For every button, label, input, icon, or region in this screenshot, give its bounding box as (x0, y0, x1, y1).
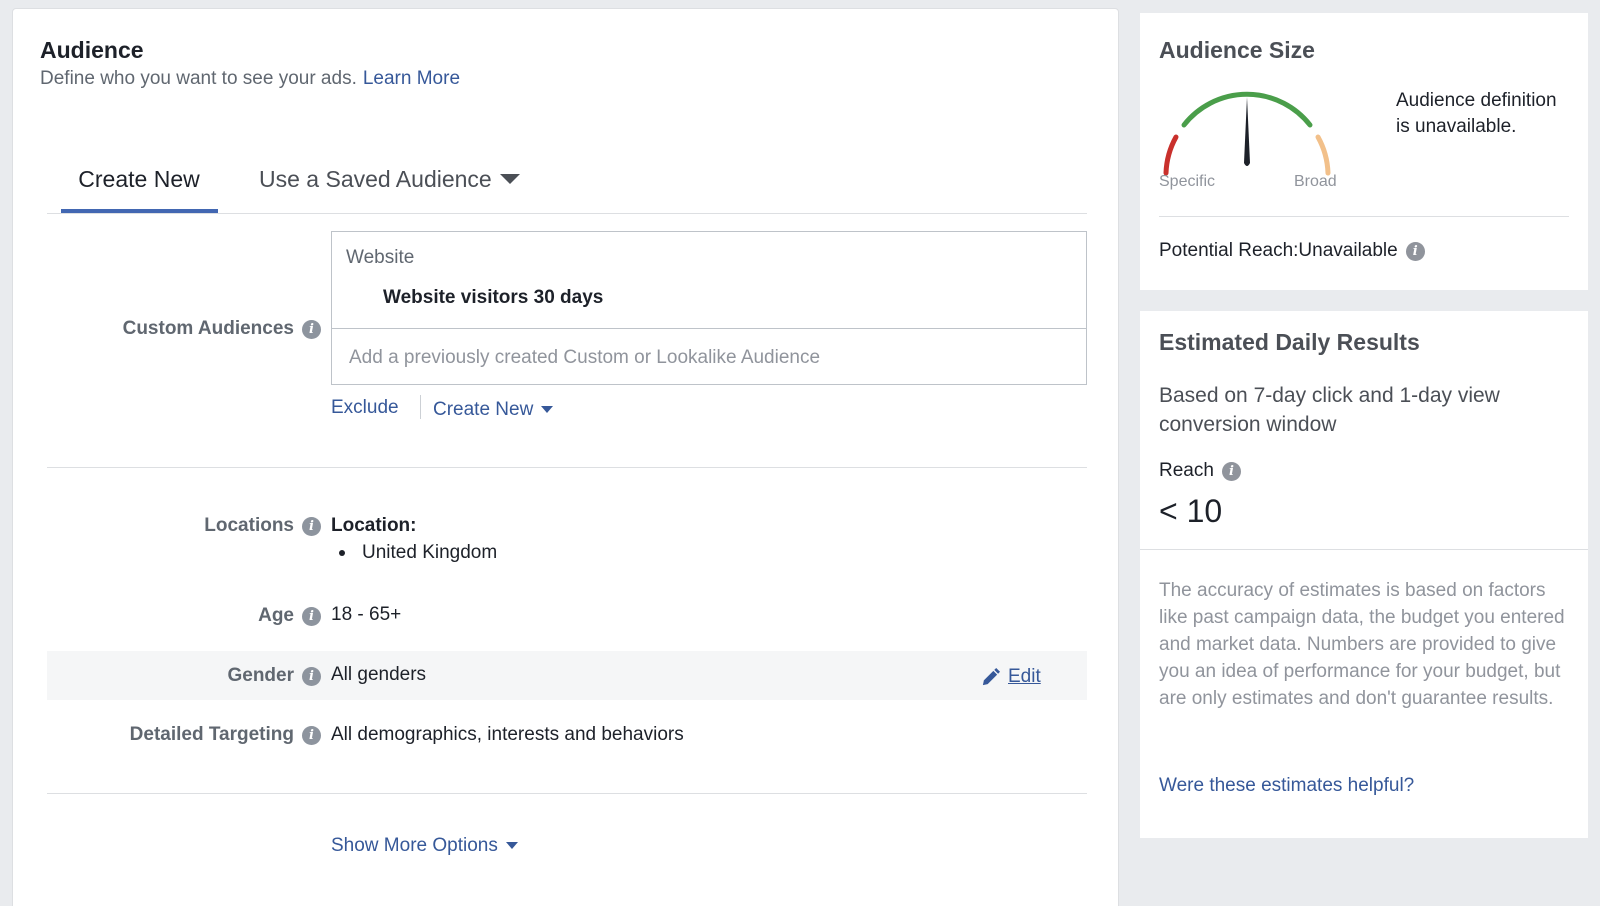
info-icon[interactable]: i (302, 725, 321, 745)
audience-size-gauge-icon (1163, 91, 1331, 176)
info-icon[interactable]: i (1405, 241, 1425, 261)
gender-label: Gender i (227, 665, 321, 687)
age-label: Age i (258, 605, 321, 627)
audience-subtitle-text: Define who you want to see your ads. (40, 68, 357, 89)
reach-label: Reach i (1159, 460, 1241, 482)
age-label-text: Age (258, 605, 294, 626)
gender-label-text: Gender (227, 665, 294, 686)
section-divider (47, 793, 1087, 794)
audience-category-label: Website (346, 247, 415, 268)
reach-value: < 10 (1159, 493, 1223, 529)
tabs-divider (47, 213, 1087, 214)
estimates-helpful-link[interactable]: Were these estimates helpful? (1159, 775, 1414, 797)
audience-size-card: Audience Size Specific Broad Audience de… (1140, 13, 1588, 290)
locations-label: Locations i (204, 515, 321, 537)
card-divider (1140, 549, 1588, 550)
audience-subtitle: Define who you want to see your ads. Lear… (40, 68, 460, 90)
results-basis: Based on 7-day click and 1-day view conv… (1159, 384, 1500, 436)
tab-use-saved-audience[interactable]: Use a Saved Audience (259, 164, 520, 194)
accuracy-disclaimer: The accuracy of estimates is based on fa… (1159, 580, 1565, 709)
create-new-dropdown[interactable]: Create New (433, 399, 554, 421)
show-more-options-button[interactable]: Show More Options (331, 835, 518, 857)
reach-label-text: Reach (1159, 460, 1214, 481)
exclude-link[interactable]: Exclude (331, 397, 399, 419)
caret-down-icon (541, 406, 554, 414)
show-more-label: Show More Options (331, 835, 498, 856)
location-list-item: United Kingdom (339, 542, 497, 564)
detailed-targeting-label-text: Detailed Targeting (129, 724, 294, 745)
gender-value: All genders (331, 664, 427, 685)
edit-label: Edit (1008, 666, 1041, 687)
bullet-icon (339, 549, 345, 556)
audience-panel: Audience Define who you want to see your… (12, 8, 1119, 906)
link-separator (420, 395, 421, 419)
info-icon[interactable]: i (302, 319, 321, 339)
audience-size-description: Audience definition is unavailable. (1396, 90, 1557, 137)
potential-reach-text: Potential Reach:Unavailable (1159, 240, 1398, 261)
info-icon[interactable]: i (302, 666, 321, 686)
results-title: Estimated Daily Results (1159, 329, 1420, 355)
card-divider (1159, 216, 1569, 217)
create-new-label: Create New (433, 399, 534, 420)
potential-reach: Potential Reach:Unavailable i (1159, 240, 1425, 262)
section-divider (47, 467, 1087, 468)
tab-saved-label: Use a Saved Audience (259, 166, 492, 192)
gender-row-highlight (47, 651, 1087, 700)
audience-title: Audience (40, 37, 144, 63)
estimated-daily-results-card: Estimated Daily Results Based on 7-day c… (1140, 311, 1588, 838)
gauge-specific-label: Specific (1159, 173, 1216, 190)
pencil-icon (982, 667, 1000, 685)
custom-audiences-label-text: Custom Audiences (122, 318, 294, 339)
audience-size-title: Audience Size (1159, 37, 1315, 63)
info-icon[interactable]: i (1221, 461, 1241, 481)
custom-audiences-label: Custom Audiences i (123, 318, 321, 340)
caret-down-icon (499, 174, 520, 184)
detailed-targeting-label: Detailed Targeting i (130, 724, 321, 746)
detailed-targeting-value: All demographics, interests and behavior… (331, 724, 684, 745)
info-icon[interactable]: i (302, 516, 321, 536)
caret-down-icon (505, 842, 518, 850)
locations-label-text: Locations (204, 515, 294, 536)
location-value: United Kingdom (362, 542, 498, 563)
learn-more-link[interactable]: Learn More (363, 68, 460, 89)
selected-audience-item[interactable]: Website visitors 30 days (383, 287, 603, 309)
age-value: 18 - 65+ (331, 604, 402, 625)
location-heading: Location: (331, 515, 417, 536)
custom-audience-search-input[interactable]: Add a previously created Custom or Looka… (349, 347, 820, 369)
gauge-broad-label: Broad (1294, 173, 1337, 190)
edit-link[interactable]: Edit (981, 666, 1041, 688)
info-icon[interactable]: i (302, 606, 321, 626)
selected-audiences-area: Website Website visitors 30 days (332, 232, 1086, 329)
custom-audiences-box: Website Website visitors 30 days Add a p… (331, 231, 1087, 385)
